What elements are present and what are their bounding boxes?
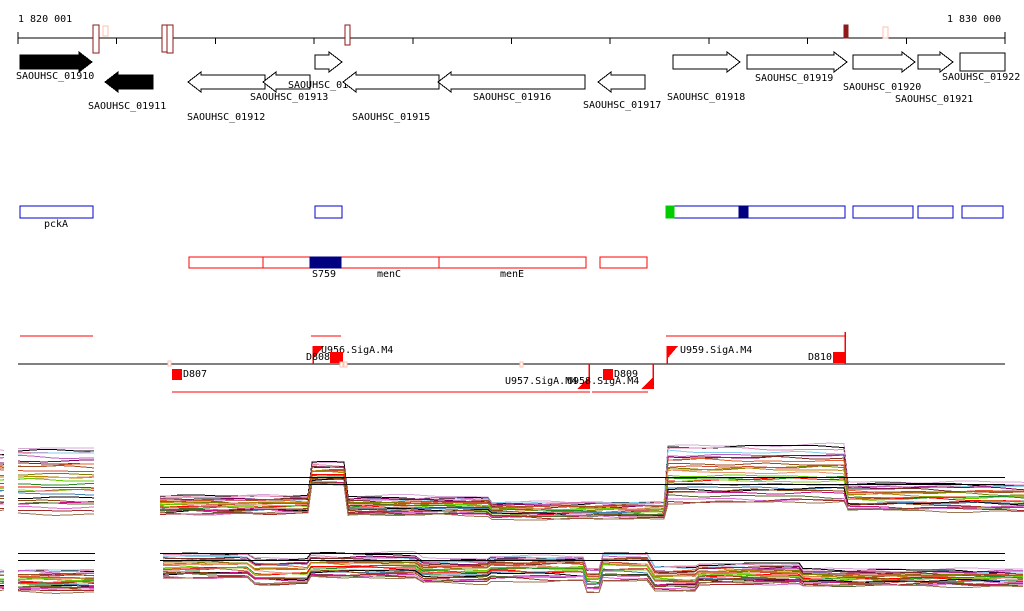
gene-arrow[interactable] bbox=[959, 52, 1006, 72]
operon-segment-navy bbox=[309, 256, 342, 269]
feature-segment-green bbox=[665, 205, 675, 219]
gene-arrow[interactable] bbox=[314, 50, 343, 74]
ruler-end-label: 1 830 000 bbox=[947, 14, 1002, 25]
tss-marker-label: D808 bbox=[306, 352, 330, 363]
feature-box-blue[interactable] bbox=[19, 205, 94, 219]
gene-arrow[interactable] bbox=[187, 70, 266, 94]
tss-marker-label: D807 bbox=[183, 369, 207, 380]
gene-label: SAOUHSC_01912 bbox=[187, 112, 265, 123]
tss-minor-tick bbox=[519, 361, 524, 368]
gene-arrow[interactable] bbox=[852, 50, 916, 74]
tss-marker-square[interactable] bbox=[172, 369, 182, 380]
gene-label: SAOUHSC_01911 bbox=[88, 101, 166, 112]
gene-label: SAOUHSC_01920 bbox=[843, 82, 921, 93]
feature-box-blue[interactable] bbox=[961, 205, 1004, 219]
expression-profile-line bbox=[17, 472, 95, 476]
operon-label: menE bbox=[500, 269, 524, 280]
tss-minor-tick bbox=[339, 361, 344, 368]
feature-box-blue[interactable] bbox=[852, 205, 914, 219]
tss-downshift-flag[interactable] bbox=[641, 377, 653, 389]
feature-box-blue[interactable] bbox=[665, 205, 846, 219]
gene-label: SAOUHSC_01916 bbox=[473, 92, 551, 103]
expression-profile-line bbox=[17, 589, 95, 592]
expression-profile-line bbox=[17, 512, 95, 516]
ruler-variant-mark bbox=[102, 25, 109, 37]
tss-marker-label: D810 bbox=[808, 352, 832, 363]
expression-profile-line bbox=[159, 469, 1024, 512]
expression-profile-line bbox=[159, 444, 1024, 506]
gene-arrow[interactable] bbox=[104, 70, 154, 94]
ruler-variant-mark bbox=[161, 24, 168, 53]
gene-arrow[interactable] bbox=[917, 50, 954, 74]
expression-profile-line bbox=[160, 446, 1024, 507]
gene-label: SAOUHSC_01915 bbox=[352, 112, 430, 123]
ruler-variant-mark bbox=[882, 26, 889, 39]
expression-profile-line bbox=[17, 496, 95, 499]
feature-box-blue[interactable] bbox=[314, 205, 343, 219]
genome-browser-canvas: SAOUHSC_01910 SAOUHSC_01911 SAOUHSC_01912 S… bbox=[0, 24, 1024, 594]
expression-profile-line bbox=[17, 478, 94, 482]
operon-label: S759 bbox=[312, 269, 336, 280]
expression-profile-line bbox=[17, 509, 95, 512]
tss-marker-label: U959.SigA.M4 bbox=[680, 345, 752, 356]
tss-marker-label: D809 bbox=[614, 369, 638, 380]
expression-profile-line bbox=[17, 590, 95, 594]
expression-profile-line bbox=[17, 469, 95, 473]
gene-label: SAOUHSC_01922 bbox=[942, 72, 1020, 83]
ruler-variant-mark bbox=[166, 24, 174, 54]
ruler-variant-mark bbox=[843, 24, 849, 39]
expression-profile-line bbox=[17, 447, 95, 450]
expression-profile-line bbox=[17, 454, 94, 459]
operon-box-red[interactable] bbox=[599, 256, 648, 269]
expression-profile-line bbox=[160, 454, 1024, 509]
gene-arrow[interactable] bbox=[672, 50, 741, 74]
tss-minor-tick bbox=[167, 360, 172, 367]
expression-profile-line bbox=[17, 492, 95, 496]
gene-label: SAOUHSC_01918 bbox=[667, 92, 745, 103]
ruler-variant-mark bbox=[344, 24, 351, 46]
expression-profile-line bbox=[17, 452, 94, 455]
gene-label: SAOUHSC_01917 bbox=[583, 100, 661, 111]
expression-profile-line bbox=[17, 505, 95, 509]
expression-profile-line bbox=[17, 459, 95, 463]
gene-label: SAOUHSC_01919 bbox=[755, 73, 833, 84]
expression-profile-line bbox=[18, 486, 95, 489]
gene-arrow[interactable] bbox=[746, 50, 848, 74]
feature-label: pckA bbox=[44, 219, 68, 230]
ruler-variant-mark bbox=[92, 24, 100, 54]
gene-arrow[interactable] bbox=[342, 70, 440, 94]
expression-profile-line bbox=[18, 465, 95, 469]
tss-minor-tick bbox=[343, 361, 348, 368]
gene-arrow[interactable] bbox=[437, 70, 586, 94]
operon-box-red[interactable] bbox=[188, 256, 587, 269]
genome-browser-view: SAOUHSC_01910 SAOUHSC_01911 SAOUHSC_01912 S… bbox=[0, 0, 1024, 611]
expression-profile-line bbox=[17, 483, 94, 486]
gene-label: SAOUHSC_01921 bbox=[895, 94, 973, 105]
tss-marker-square[interactable] bbox=[603, 369, 613, 380]
ruler-start-label: 1 820 001 bbox=[18, 14, 73, 25]
tss-marker-square[interactable] bbox=[330, 352, 343, 363]
gene-label: SAOUHSC_01910 bbox=[16, 71, 94, 82]
tss-marker-square[interactable] bbox=[833, 352, 845, 363]
gene-label: SAOUHSC_01913 bbox=[250, 92, 328, 103]
gene-arrow[interactable] bbox=[597, 70, 646, 94]
feature-segment-navy bbox=[738, 205, 749, 219]
operon-label: menC bbox=[377, 269, 401, 280]
tss-upshift-flag[interactable] bbox=[667, 346, 678, 359]
gene-arrow[interactable] bbox=[19, 50, 93, 74]
expression-profile-line bbox=[17, 449, 95, 452]
expression-profile-line bbox=[160, 442, 1024, 505]
feature-box-blue[interactable] bbox=[917, 205, 954, 219]
